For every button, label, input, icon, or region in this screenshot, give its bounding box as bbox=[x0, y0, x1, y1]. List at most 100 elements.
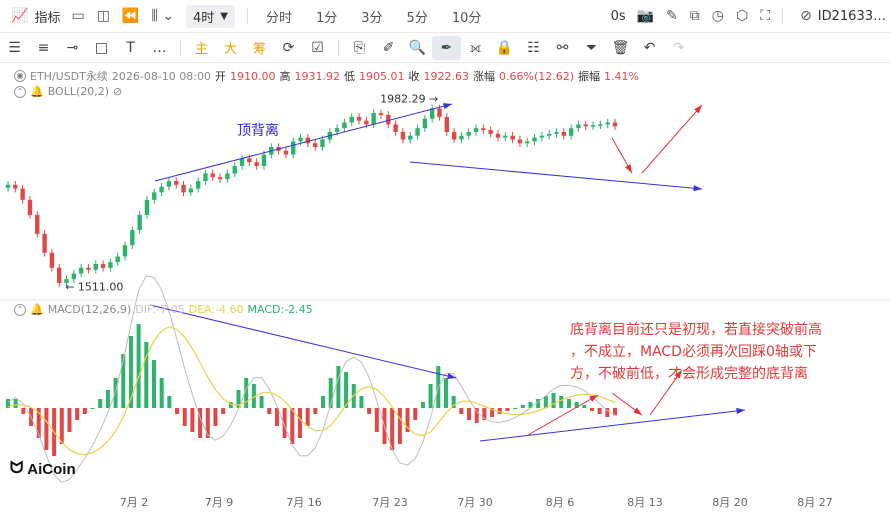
period-option[interactable]: 1分 bbox=[304, 7, 349, 26]
more-icon[interactable]: … bbox=[145, 40, 174, 56]
candle-body bbox=[583, 124, 588, 127]
trend-arrow-head bbox=[443, 103, 452, 110]
candle-body bbox=[261, 154, 267, 166]
redo-icon[interactable]: ↷ bbox=[664, 40, 693, 56]
filter-icon[interactable]: ⏷ bbox=[577, 40, 606, 56]
candle-body bbox=[546, 133, 552, 136]
x-tick-label: 7月 2 bbox=[120, 496, 149, 509]
candle-body bbox=[561, 131, 567, 136]
period-option[interactable]: 3分 bbox=[349, 7, 394, 26]
candle-body bbox=[78, 267, 84, 274]
trash-icon[interactable]: 🗑 bbox=[606, 40, 635, 56]
big-tag[interactable]: 大 bbox=[216, 38, 245, 57]
calendar-icon[interactable]: ▭ bbox=[65, 8, 90, 24]
candle-body bbox=[195, 181, 201, 189]
divider bbox=[338, 39, 339, 56]
copy-icon[interactable]: ⎘ bbox=[345, 40, 374, 56]
chart-svg[interactable]: ← 1511.00 1982.29 → 顶背离 7月 2 7月 9 7月 16 7月 23 7… bbox=[0, 63, 891, 514]
main-tag[interactable]: 主 bbox=[187, 38, 216, 57]
period-option[interactable]: 5分 bbox=[395, 7, 440, 26]
x-tick-label: 7月 30 bbox=[457, 496, 493, 509]
indicator-button[interactable]: 📈 指标 bbox=[0, 0, 65, 33]
text-icon[interactable]: T bbox=[116, 40, 145, 56]
macd-bar bbox=[551, 393, 556, 408]
lines-icon[interactable]: ≡ bbox=[29, 40, 58, 56]
macd-bar bbox=[390, 408, 395, 450]
x-tick-label: 7月 9 bbox=[205, 496, 234, 509]
candle-body bbox=[305, 137, 311, 144]
lock-icon[interactable]: 🔒 bbox=[490, 40, 519, 56]
note-line: 方，不破前低，才会形成完整的底背离 bbox=[570, 366, 808, 382]
sync-icon[interactable]: ⟳ bbox=[274, 40, 303, 56]
rectangle-icon[interactable]: □ bbox=[87, 40, 116, 56]
candle-body bbox=[371, 113, 376, 125]
macd-bar bbox=[144, 342, 149, 408]
candle-body bbox=[378, 113, 384, 115]
magnet-icon[interactable]: ⟗ bbox=[461, 40, 490, 56]
clock-icon[interactable]: ◷ bbox=[706, 8, 730, 24]
macd-bar bbox=[105, 390, 110, 408]
horizontal-line-icon[interactable]: ⊸ bbox=[58, 40, 87, 56]
macd-bar bbox=[67, 408, 72, 432]
period-option[interactable]: 分时 bbox=[254, 7, 304, 26]
candle-body bbox=[590, 125, 596, 127]
check-icon[interactable]: ☑ bbox=[303, 40, 332, 56]
macd-bar bbox=[297, 408, 302, 438]
macd-bar bbox=[566, 399, 571, 408]
boll-label: BOLL(20,2) bbox=[47, 85, 110, 98]
candle-body bbox=[488, 130, 493, 134]
price-legend: ◉ ETH/USDT永续 2026-08-10 08:00 开 1910.00 … bbox=[14, 68, 639, 84]
ruler-icon[interactable]: ✐ bbox=[374, 40, 403, 56]
aicoin-logo: ᗢ AiCoin bbox=[10, 460, 76, 478]
logo-mark-icon: ᗢ bbox=[10, 460, 24, 477]
brush-icon[interactable]: ✒ bbox=[432, 35, 461, 60]
macd-bar bbox=[98, 399, 103, 408]
macd-bar bbox=[367, 408, 372, 414]
bell-icon[interactable]: 🔔 bbox=[30, 303, 44, 316]
collapse-icon[interactable]: ⌃ bbox=[14, 303, 26, 316]
candle-body bbox=[451, 131, 457, 140]
menu-icon[interactable]: ☰ bbox=[0, 40, 29, 56]
macd-bar bbox=[505, 408, 510, 411]
divider bbox=[246, 8, 248, 24]
candle-body bbox=[503, 135, 508, 138]
share-icon[interactable]: ⧉ bbox=[684, 8, 706, 24]
chip-tag[interactable]: 筹 bbox=[245, 38, 274, 57]
camera-icon[interactable]: 📷 bbox=[631, 8, 660, 24]
list-icon[interactable]: ☷ bbox=[519, 40, 548, 56]
top-toolbar: 📈 指标 ▭ ◫ ⏪ ⫼ ⌄ 4时 ▼ 分时 1分 3分 5分 10分 0s 📷… bbox=[0, 0, 891, 33]
undo-icon[interactable]: ↶ bbox=[635, 40, 664, 56]
macd-bar bbox=[589, 408, 594, 411]
collapse-icon[interactable]: ⌃ bbox=[14, 85, 26, 98]
candle-body bbox=[108, 262, 113, 268]
bell-icon[interactable]: 🔔 bbox=[30, 85, 44, 98]
candle-body bbox=[20, 188, 25, 200]
candle-body bbox=[356, 116, 362, 121]
period-option[interactable]: 10分 bbox=[440, 7, 494, 26]
eye-off-icon[interactable]: ⊘ bbox=[113, 85, 122, 98]
x-tick-label: 8月 6 bbox=[546, 496, 575, 509]
amp-label: 振幅 bbox=[578, 70, 601, 83]
candle-body bbox=[137, 214, 142, 231]
rewind-icon[interactable]: ⏪ bbox=[116, 8, 145, 24]
forecast-arrow bbox=[641, 104, 703, 174]
candle-body bbox=[334, 128, 340, 132]
candle-body bbox=[422, 118, 428, 129]
account-button[interactable]: ⊘ ID21633… bbox=[789, 0, 891, 33]
fullscreen-icon[interactable]: ⛶ bbox=[754, 8, 776, 24]
zoom-icon[interactable]: 🔍 bbox=[403, 40, 432, 56]
settings-icon[interactable]: ⬡ bbox=[730, 8, 754, 24]
layout-icon[interactable]: ◫ bbox=[91, 8, 116, 24]
candle-body bbox=[5, 184, 11, 188]
edit-icon[interactable]: ✎ bbox=[660, 8, 684, 24]
macd-bar bbox=[467, 408, 472, 420]
candle-body bbox=[203, 173, 208, 182]
link-chain-icon[interactable]: ⚯ bbox=[548, 40, 577, 56]
macd-bar bbox=[290, 408, 295, 444]
period-dropdown[interactable]: 4时 ▼ bbox=[185, 4, 235, 28]
chart-area[interactable]: ← 1511.00 1982.29 → 顶背离 7月 2 7月 9 7月 16 7月 23 7… bbox=[0, 63, 891, 514]
visibility-icon[interactable]: ◉ bbox=[14, 70, 26, 82]
candle-type-icon[interactable]: ⫼ ⌄ bbox=[145, 8, 180, 24]
x-tick-label: 7月 16 bbox=[286, 496, 322, 509]
candle-body bbox=[100, 264, 106, 268]
